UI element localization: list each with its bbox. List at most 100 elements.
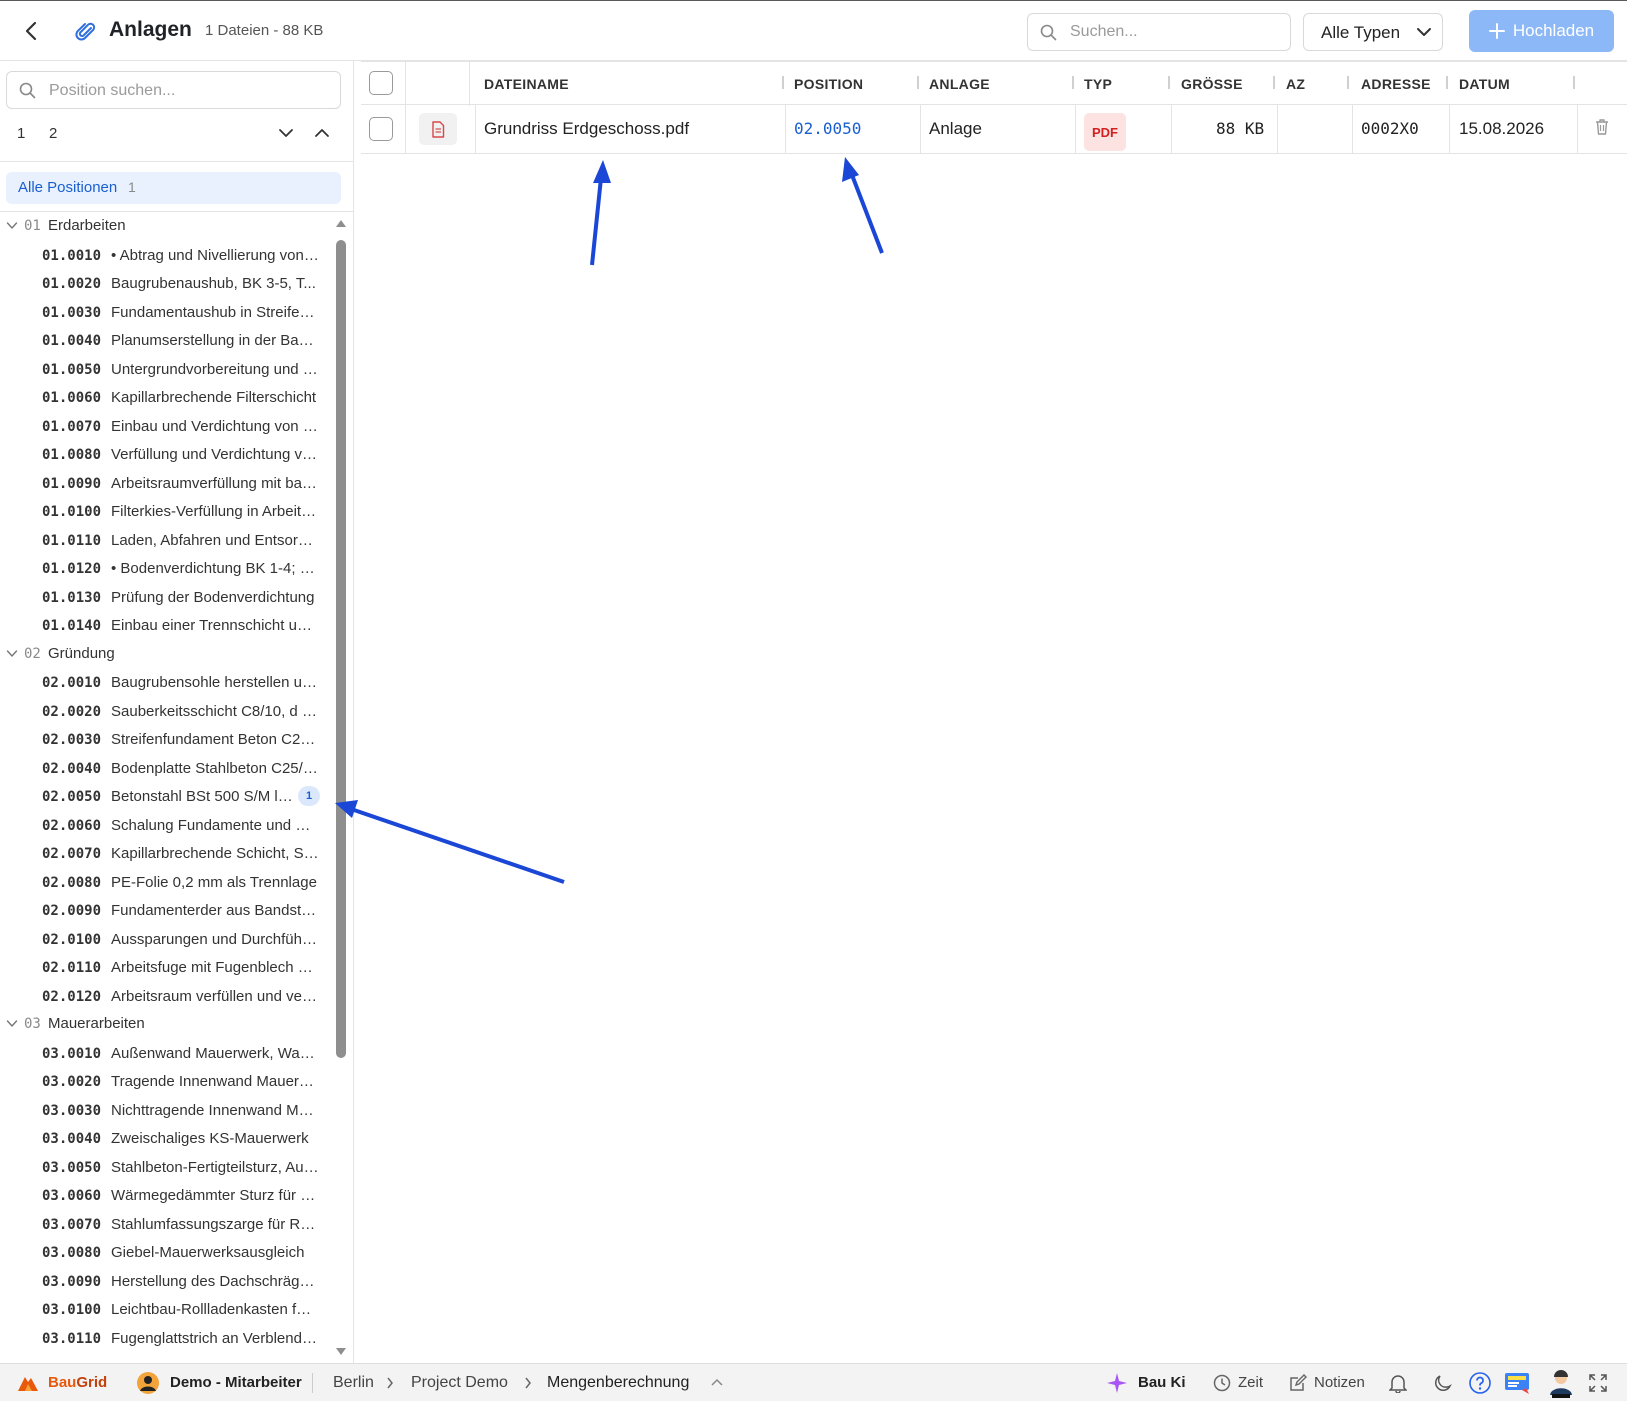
column-header-groesse[interactable]: GRÖSSE [1181, 76, 1243, 92]
chevron-down-icon[interactable] [6, 221, 18, 230]
column-resize-handle[interactable] [1072, 76, 1074, 89]
back-button[interactable] [18, 17, 44, 45]
tree-scrollbar[interactable] [335, 212, 347, 1363]
chevron-up-icon[interactable] [711, 1378, 723, 1386]
tree-item-02.0070[interactable]: 02.0070 Kapillarbrechende Schicht, Schott… [0, 839, 335, 868]
column-header-anlage[interactable]: ANLAGE [929, 76, 990, 92]
column-resize-handle[interactable] [782, 76, 784, 89]
tree-group-03[interactable]: 03 Mauerarbeiten [0, 1010, 335, 1039]
tree-item-03.0110[interactable]: 03.0110 Fugenglattstrich an Verblendmauer… [0, 1324, 335, 1353]
tree-item-02.0110[interactable]: 02.0110 Arbeitsfuge mit Fugenblech abdich… [0, 953, 335, 982]
tree-item-02.0080[interactable]: 02.0080 PE-Folie 0,2 mm als Trennlage [0, 868, 335, 897]
tree-item-03.0030[interactable]: 03.0030 Nichttragende Innenwand Mauerwerk [0, 1096, 335, 1125]
support-agent-icon[interactable] [1547, 1369, 1575, 1399]
column-header-datum[interactable]: DATUM [1459, 76, 1510, 92]
row-checkbox[interactable] [369, 117, 393, 141]
moon-icon[interactable] [1434, 1374, 1452, 1392]
tree-item-03.0050[interactable]: 03.0050 Stahlbeton-Fertigteilsturz, Aufla… [0, 1153, 335, 1182]
breadcrumb-berlin[interactable]: Berlin [333, 1374, 374, 1392]
tree-item-02.0100[interactable]: 02.0100 Aussparungen und Durchführungen [0, 925, 335, 954]
all-positions-item[interactable]: Alle Positionen 1 [6, 172, 341, 204]
bau-ki-button[interactable]: Bau Ki [1138, 1374, 1186, 1391]
tree-item-01.0070[interactable]: 01.0070 Einbau und Verdichtung von Schott… [0, 412, 335, 441]
tree-item-03.0100[interactable]: 03.0100 Leichtbau-Rollladenkasten für Fen… [0, 1295, 335, 1324]
tree-item-03.0080[interactable]: 03.0080 Giebel-Mauerwerksausgleich [0, 1238, 335, 1267]
tree-item-02.0020[interactable]: 02.0020 Sauberkeitsschicht C8/10, d = 5 c… [0, 697, 335, 726]
upload-button[interactable]: Hochladen [1469, 10, 1614, 52]
news-icon[interactable] [1504, 1371, 1532, 1395]
file-search[interactable] [1027, 13, 1291, 51]
fullscreen-icon[interactable] [1589, 1374, 1607, 1392]
tree-item-02.0120[interactable]: 02.0120 Arbeitsraum verfüllen und verdich… [0, 982, 335, 1011]
breadcrumb-project[interactable]: Project Demo [411, 1374, 508, 1392]
arrow-to-tree-badge [335, 800, 565, 884]
column-header-typ[interactable]: TYP [1084, 76, 1112, 92]
file-search-input[interactable] [1070, 20, 1280, 44]
position-number: 02.0020 [42, 703, 102, 720]
chevron-down-icon[interactable] [6, 1019, 18, 1028]
column-header-filename[interactable]: DATEINAME [484, 76, 569, 92]
column-resize-handle[interactable] [917, 76, 919, 89]
brand-name[interactable]: BauGrid [48, 1374, 107, 1391]
level-2-button[interactable]: 2 [49, 125, 57, 142]
chevron-down-icon[interactable] [6, 649, 18, 658]
tree-item-01.0060[interactable]: 01.0060 Kapillarbrechende Filterschicht [0, 383, 335, 412]
position-search[interactable] [6, 71, 341, 109]
column-header-az[interactable]: AZ [1286, 76, 1305, 92]
tree-item-03.0070[interactable]: 03.0070 Stahlumfassungszarge für Rohbauöf… [0, 1210, 335, 1239]
scrollbar-thumb[interactable] [336, 240, 346, 1058]
notizen-button[interactable]: Notizen [1314, 1374, 1365, 1391]
chevron-up-icon[interactable] [314, 127, 330, 139]
tree-item-01.0050[interactable]: 01.0050 Untergrundvorbereitung und Verdic… [0, 355, 335, 384]
trash-icon[interactable] [1594, 118, 1610, 136]
column-divider [920, 105, 921, 154]
column-resize-handle[interactable] [1168, 76, 1170, 89]
column-resize-handle[interactable] [1347, 76, 1349, 89]
zeit-button[interactable]: Zeit [1238, 1374, 1263, 1391]
tree-item-02.0060[interactable]: 02.0060 Schalung Fundamente und Bodenplat… [0, 811, 335, 840]
tree-item-02.0090[interactable]: 02.0090 Fundamenterder aus Bandstahl [0, 896, 335, 925]
tree-item-01.0020[interactable]: 01.0020 Baugrubenaushub, BK 3-5, T... [0, 269, 335, 298]
column-resize-handle[interactable] [1446, 76, 1448, 89]
scroll-down-arrow-icon[interactable] [335, 1347, 347, 1357]
level-1-button[interactable]: 1 [17, 125, 25, 142]
tree-item-03.0040[interactable]: 03.0040 Zweischaliges KS-Mauerwerk [0, 1124, 335, 1153]
tree-item-01.0040[interactable]: 01.0040 Planumserstellung in der Baugrube [0, 326, 335, 355]
tree-item-02.0010[interactable]: 02.0010 Baugrubensohle herstellen und ver… [0, 668, 335, 697]
tree-item-03.0090[interactable]: 03.0090 Herstellung des Dachschrägen-Maue… [0, 1267, 335, 1296]
tree-item-01.0080[interactable]: 01.0080 Verfüllung und Verdichtung von Ar… [0, 440, 335, 469]
cell-filename[interactable]: Grundriss Erdgeschoss.pdf [484, 119, 689, 139]
tree-item-02.0030[interactable]: 02.0030 Streifenfundament Beton C25/30 [0, 725, 335, 754]
tree-item-01.0100[interactable]: 01.0100 Filterkies-Verfüllung in Arbeitsr… [0, 497, 335, 526]
tree-item-01.0130[interactable]: 01.0130 Prüfung der Bodenverdichtung [0, 583, 335, 612]
breadcrumb-current[interactable]: Mengenberechnung [547, 1374, 689, 1392]
tree-item-02.0040[interactable]: 02.0040 Bodenplatte Stahlbeton C25/30 [0, 754, 335, 783]
tree-item-01.0090[interactable]: 01.0090 Arbeitsraumverfüllung mit bauseit… [0, 469, 335, 498]
tree-item-01.0010[interactable]: 01.0010 • Abtrag und Nivellierung von Obe… [0, 241, 335, 270]
chevron-down-icon[interactable] [278, 127, 294, 139]
column-header-position[interactable]: POSITION [794, 76, 863, 92]
table-row[interactable]: Grundriss Erdgeschoss.pdf 02.0050 Anlage… [361, 105, 1627, 154]
tree-item-01.0110[interactable]: 01.0110 Laden, Abfahren und Entsorgen [0, 526, 335, 555]
tree-group-02[interactable]: 02 Gründung [0, 640, 335, 669]
column-header-adresse[interactable]: ADRESSE [1361, 76, 1431, 92]
scroll-up-arrow-icon[interactable] [335, 218, 347, 228]
tree-item-01.0140[interactable]: 01.0140 Einbau einer Trennschicht unter B… [0, 611, 335, 640]
tree-item-03.0020[interactable]: 03.0020 Tragende Innenwand Mauerwerk [0, 1067, 335, 1096]
user-avatar[interactable] [136, 1371, 160, 1395]
position-search-input[interactable] [49, 79, 329, 103]
column-resize-handle[interactable] [1273, 76, 1275, 89]
bell-icon[interactable] [1389, 1373, 1407, 1393]
tree-item-02.0050[interactable]: 02.0050 Betonstahl BSt 500 S/M liefern 1 [0, 782, 335, 811]
select-all-checkbox[interactable] [369, 71, 393, 95]
type-filter-select[interactable]: Alle Typen [1303, 13, 1443, 51]
tree-group-01[interactable]: 01 Erdarbeiten [0, 212, 335, 241]
tree-item-03.0010[interactable]: 03.0010 Außenwand Mauerwerk, Wandstärke [0, 1039, 335, 1068]
current-user[interactable]: Demo - Mitarbeiter [170, 1374, 302, 1391]
cell-position-link[interactable]: 02.0050 [794, 119, 861, 138]
help-icon[interactable] [1469, 1372, 1491, 1394]
tree-item-01.0120[interactable]: 01.0120 • Bodenverdichtung BK 1-4; Nachwe… [0, 554, 335, 583]
tree-item-01.0030[interactable]: 01.0030 Fundamentaushub in Streifenfundam… [0, 298, 335, 327]
tree-item-03.0060[interactable]: 03.0060 Wärmegedämmter Sturz für Fenster [0, 1181, 335, 1210]
column-resize-handle[interactable] [1573, 76, 1575, 89]
